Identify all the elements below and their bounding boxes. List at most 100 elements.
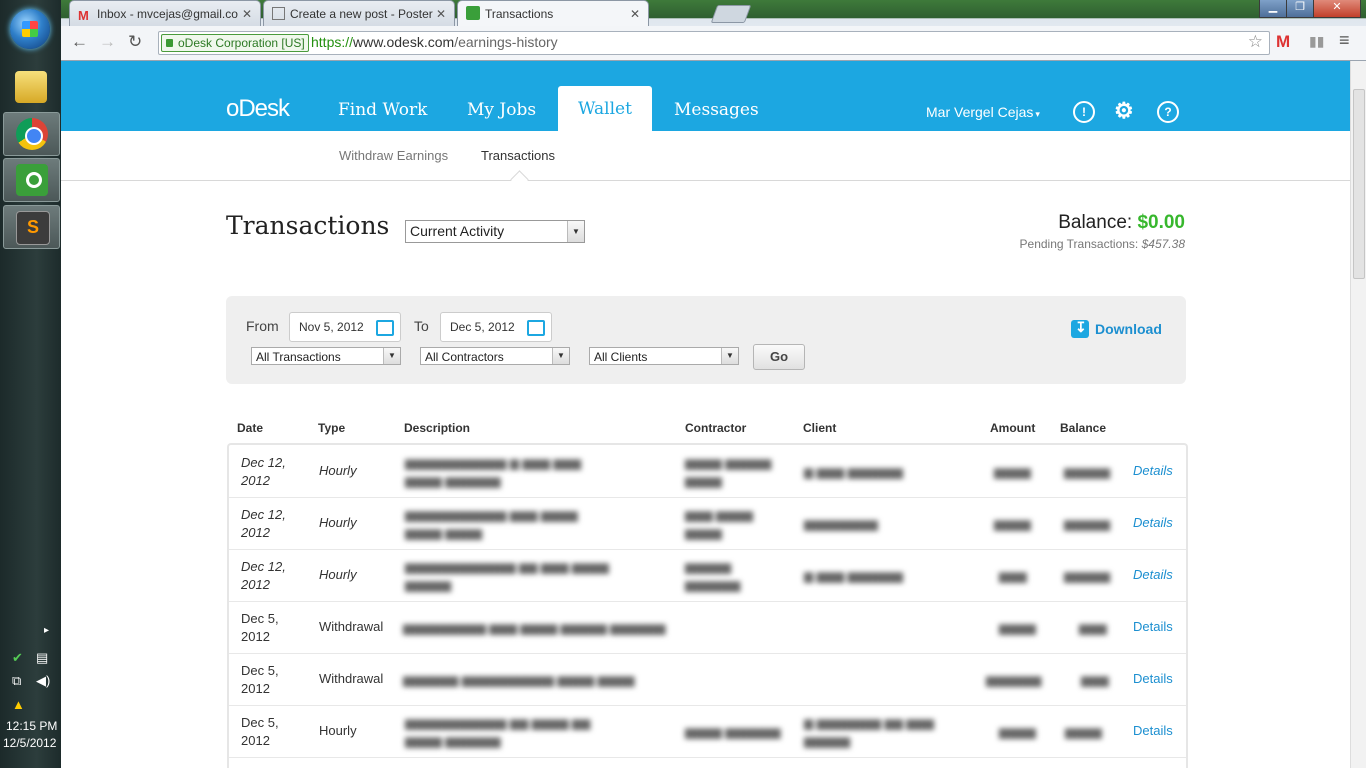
col-header-balance[interactable]: Balance [1060,421,1106,435]
transaction-type-select[interactable]: All Transactions ▼ [251,347,401,365]
drive-tray-icon[interactable]: ▲ [12,697,25,712]
col-header-client[interactable]: Client [803,421,836,435]
go-button[interactable]: Go [753,344,805,370]
redacted-amount: ▆▆▆ [999,569,1027,583]
pending-amount: $457.38 [1141,237,1185,251]
redacted-contractor: ▆▆▆ ▆▆▆▆ ▆▆▆▆ [685,508,753,540]
contractor-select[interactable]: All Contractors ▼ [420,347,570,365]
redacted-client: ▆ ▆▆▆ ▆▆▆▆▆▆ [804,465,903,479]
close-tab-icon[interactable]: ✕ [242,1,252,27]
client-select[interactable]: All Clients ▼ [589,347,739,365]
address-bar[interactable]: oDesk Corporation [US] https://www.odesk… [158,31,1270,55]
calendar-icon[interactable] [376,320,394,336]
help-icon[interactable]: ? [1157,101,1179,123]
reload-icon[interactable]: ↻ [128,32,142,52]
row-type: Hourly [319,515,357,530]
menu-wrench-icon[interactable]: ≡ [1339,30,1350,51]
redacted-contractor: ▆▆▆▆ ▆▆▆▆▆ ▆▆▆▆ [685,456,772,488]
close-tab-icon[interactable]: ✕ [436,1,446,27]
taskbar-sublime[interactable] [3,205,60,249]
activity-select[interactable]: Current Activity ▼ [405,220,585,243]
redacted-contractor: ▆▆▆▆▆ ▆▆▆▆▆▆ [685,560,741,592]
filter-panel: From Nov 5, 2012 To Dec 5, 2012 All Tran… [226,296,1186,384]
col-header-type[interactable]: Type [318,421,345,435]
power-tray-icon[interactable]: ▤ [36,650,48,666]
security-tray-icon[interactable]: ✔ [12,650,23,666]
nav-messages[interactable]: Messages [674,100,759,120]
forward-arrow-icon[interactable]: → [99,32,116,52]
row-date: Dec 12, 2012 [241,507,286,540]
taskbar-explorer[interactable] [3,66,58,108]
row-date: Dec 5, 2012 [241,663,279,696]
calendar-icon[interactable] [527,320,545,336]
redacted-description: ▆▆▆▆▆▆▆▆▆▆▆ ▆ ▆▆▆ ▆▆▆ ▆▆▆▆ ▆▆▆▆▆▆ [405,456,582,488]
start-button[interactable] [10,9,50,49]
ev-certificate-badge[interactable]: oDesk Corporation [US] [161,34,309,52]
new-tab-button[interactable] [710,5,752,23]
tray-expand-icon[interactable]: ▸ [44,625,49,636]
redacted-amount: ▆▆▆▆▆▆ [986,673,1042,687]
maximize-button[interactable]: ❐ [1286,0,1314,18]
to-date-input[interactable]: Dec 5, 2012 [440,312,552,342]
posterous-icon [272,7,285,20]
tab-transactions[interactable]: Transactions ✕ [457,0,649,27]
row-type: Withdrawal [319,671,384,686]
back-arrow-icon[interactable]: ← [71,32,88,52]
download-link[interactable]: Download [1071,319,1162,338]
row-date: Dec 5, 2012 [241,715,279,748]
row-type: Hourly [319,723,357,738]
redacted-balance: ▆▆▆▆▆ [1064,517,1111,531]
subnav-withdraw-earnings[interactable]: Withdraw Earnings [339,148,448,163]
gmail-extension-icon[interactable]: M [1276,32,1290,52]
clock-date[interactable]: 12/5/2012 [3,736,56,750]
bookmark-star-icon[interactable]: ☆ [1248,32,1263,52]
nav-find-work[interactable]: Find Work [338,100,427,120]
row-type: Withdrawal [319,619,384,634]
table-row: Dec 5, 2012 Withdrawal ▆▆▆▆▆▆▆▆▆ ▆▆▆ ▆▆▆▆… [229,601,1186,654]
col-header-amount[interactable]: Amount [990,421,1035,435]
details-link[interactable]: Details [1133,619,1173,634]
gear-icon[interactable]: ⚙ [1114,100,1134,122]
folder-icon [15,71,47,103]
subnav-transactions[interactable]: Transactions [481,148,555,163]
details-link[interactable]: Details [1133,567,1173,582]
details-link[interactable]: Details [1133,723,1173,738]
odesk-logo[interactable]: oDesk [226,95,290,123]
row-date: Dec 5, 2012 [241,611,279,644]
redacted-client: ▆ ▆▆▆ ▆▆▆▆▆▆ [804,569,903,583]
taskbar-odesk[interactable] [3,158,60,202]
tab-create-post[interactable]: Create a new post - Poster ✕ [263,0,455,27]
col-header-date[interactable]: Date [237,421,263,435]
scrollbar-thumb[interactable] [1353,89,1365,279]
pending-transactions: Pending Transactions: $457.38 [1020,237,1185,251]
page-scrollbar[interactable] [1350,61,1366,768]
sublime-icon [16,211,50,245]
redacted-description: ▆▆▆▆▆▆ ▆▆▆▆▆▆▆▆▆▆ ▆▆▆▆ ▆▆▆▆ [403,673,635,687]
row-date: Dec 12, 2012 [241,455,286,488]
taskbar-chrome[interactable] [3,112,60,156]
close-window-button[interactable]: ✕ [1313,0,1361,18]
redacted-balance: ▆▆▆▆▆ [1064,465,1111,479]
nav-my-jobs[interactable]: My Jobs [467,100,536,120]
network-tray-icon[interactable]: ⧉ [12,673,21,689]
clock-time[interactable]: 12:15 PM [6,719,57,733]
minimize-button[interactable]: ▁ [1259,0,1287,18]
alert-icon[interactable]: ! [1073,101,1095,123]
col-header-contractor[interactable]: Contractor [685,421,746,435]
volume-tray-icon[interactable]: ◀) [36,673,50,689]
chrome-icon [16,118,48,150]
details-link[interactable]: Details [1133,515,1173,530]
table-row: Dec 5, 2012 Withdrawal ▆▆▆▆▆▆ ▆▆▆▆▆▆▆▆▆▆ … [229,653,1186,706]
from-date-input[interactable]: Nov 5, 2012 [289,312,401,342]
stats-extension-icon[interactable]: ▮▮ [1309,33,1324,50]
tab-inbox[interactable]: M Inbox - mvcejas@gmail.co ✕ [69,0,261,27]
user-menu[interactable]: Mar Vergel Cejas ▾ [926,104,1040,120]
close-tab-icon[interactable]: ✕ [630,1,640,27]
details-link[interactable]: Details [1133,671,1173,686]
odesk-favicon-icon [466,6,480,20]
details-link[interactable]: Details [1133,463,1173,478]
redacted-client: ▆▆▆▆▆▆▆▆ [804,517,878,531]
nav-wallet[interactable]: Wallet [558,86,652,131]
redacted-description: ▆▆▆▆▆▆▆▆▆ ▆▆▆ ▆▆▆▆ ▆▆▆▆▆ ▆▆▆▆▆▆ [403,621,666,635]
col-header-description[interactable]: Description [404,421,470,435]
